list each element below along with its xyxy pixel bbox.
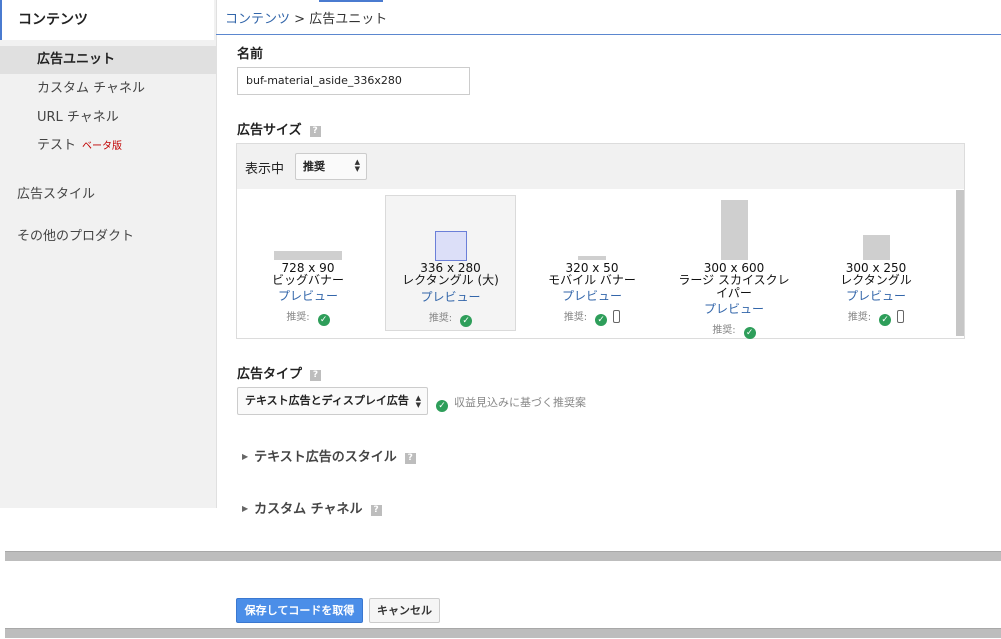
name-label: 名前	[237, 47, 264, 62]
sidebar-item-test[interactable]: テスト ベータ版	[0, 132, 216, 160]
sidebar-item-label: テスト	[37, 138, 77, 153]
cancel-button[interactable]: キャンセル	[369, 598, 440, 623]
ad-type-label: 広告タイプ?	[237, 363, 322, 382]
custom-channel-label: カスタム チャネル	[254, 502, 363, 517]
size-name-line2: イパー	[716, 286, 752, 300]
preview-link[interactable]: プレビュー	[811, 287, 941, 304]
ad-size-card-300x250[interactable]: 300 x 250 レクタングル プレビュー 推奨: ✓	[811, 194, 941, 330]
recommended-label: 推奨:	[712, 325, 736, 336]
breadcrumb: コンテンツ > 広告ユニット	[225, 8, 387, 27]
recommended-row: 推奨: ✓	[669, 321, 799, 339]
recommended-row: 推奨: ✓	[811, 308, 941, 326]
size-thumbnail	[721, 200, 748, 260]
mobile-phone-icon	[897, 310, 905, 323]
recommended-row: 推奨: ✓	[527, 308, 657, 326]
recommended-label: 推奨:	[563, 312, 588, 323]
sidebar-item-label: URL チャネル	[37, 110, 119, 125]
recommendation-note: ✓ 収益見込みに基づく推奨案	[436, 394, 586, 412]
recommendation-note-text: 収益見込みに基づく推奨案	[454, 396, 586, 409]
size-name: レクタングル	[840, 273, 912, 287]
mobile-phone-icon	[613, 310, 621, 323]
breadcrumb-parent-link[interactable]: コンテンツ	[225, 12, 290, 27]
custom-channel-section[interactable]: ▶ カスタム チャネル?	[242, 498, 382, 517]
sidebar-item-label: 広告ユニット	[37, 52, 116, 67]
recommended-label: 推奨:	[286, 312, 310, 323]
ad-size-label: 広告サイズ?	[237, 119, 321, 138]
display-label: 表示中	[245, 162, 285, 177]
sidebar-item-url-channels[interactable]: URL チャネル	[0, 104, 216, 132]
ad-size-card-300x600[interactable]: 300 x 600 ラージ スカイスクレ イパー プレビュー 推奨: ✓	[669, 194, 799, 339]
horizontal-scrollbar[interactable]	[5, 551, 1001, 561]
recommended-row: 推奨: ✓	[243, 308, 373, 326]
size-name: レクタングル (大)	[402, 273, 499, 287]
recommended-row: 推奨: ✓	[386, 309, 515, 327]
display-filter-select[interactable]: 推奨 ▲ ▼	[295, 153, 367, 180]
beta-badge: ベータ版	[82, 141, 123, 152]
top-accent-line	[319, 0, 383, 2]
up-down-arrows-icon: ▲ ▼	[354, 158, 360, 173]
help-icon[interactable]: ?	[309, 126, 321, 137]
text-ad-style-label: テキスト広告のスタイル	[254, 450, 397, 465]
check-circle-icon: ✓	[460, 315, 473, 327]
ad-type-select[interactable]: テキスト広告とディスプレイ広告 ▲ ▼	[237, 387, 428, 415]
sidebar-section-other-products[interactable]: その他のプロダクト	[17, 225, 134, 244]
triangle-right-icon: ▶	[242, 452, 249, 461]
sidebar-header[interactable]: コンテンツ	[0, 0, 214, 40]
check-circle-icon: ✓	[595, 314, 608, 326]
save-and-get-code-button[interactable]: 保存してコードを取得	[236, 598, 363, 623]
breadcrumb-current: 広告ユニット	[309, 12, 388, 27]
size-thumbnail	[274, 251, 342, 260]
help-icon[interactable]: ?	[370, 505, 382, 516]
recommended-label: 推奨:	[847, 312, 872, 323]
help-icon[interactable]: ?	[310, 370, 322, 381]
preview-link[interactable]: プレビュー	[386, 288, 515, 305]
name-input[interactable]: buf-material_aside_336x280	[237, 67, 470, 95]
triangle-right-icon: ▶	[242, 504, 249, 513]
ad-size-card-336x280[interactable]: 336 x 280 レクタングル (大) プレビュー 推奨: ✓	[385, 195, 516, 331]
ad-type-select-value: テキスト広告とディスプレイ広告	[245, 394, 409, 407]
ad-size-label-text: 広告サイズ	[237, 123, 302, 138]
recommended-label: 推奨:	[428, 313, 453, 324]
sidebar-section-ad-styles[interactable]: 広告スタイル	[17, 183, 95, 202]
display-filter-value: 推奨	[303, 160, 325, 173]
bottom-scrollbar[interactable]	[5, 628, 1001, 638]
preview-link[interactable]: プレビュー	[243, 287, 373, 304]
check-circle-icon: ✓	[879, 314, 892, 326]
size-name: モバイル バナー	[548, 273, 636, 287]
header-divider	[216, 34, 1001, 35]
ad-size-panel: 表示中 推奨 ▲ ▼ 728 x 90 ビッグバナー プレビュー 推奨: ✓ 336…	[236, 143, 965, 339]
check-circle-icon: ✓	[436, 400, 448, 412]
preview-link[interactable]: プレビュー	[527, 287, 657, 304]
sidebar-item-ad-units[interactable]: 広告ユニット	[0, 46, 216, 74]
size-thumbnail	[435, 231, 467, 261]
vertical-scrollbar[interactable]	[956, 190, 964, 336]
check-circle-icon: ✓	[743, 327, 756, 339]
sidebar: コンテンツ 広告ユニット カスタム チャネル URL チャネル テスト ベータ版 …	[0, 0, 217, 508]
text-ad-style-section[interactable]: ▶ テキスト広告のスタイル?	[242, 446, 416, 465]
ad-type-label-text: 広告タイプ	[237, 367, 303, 382]
help-icon[interactable]: ?	[404, 453, 416, 464]
sidebar-item-custom-channels[interactable]: カスタム チャネル	[0, 75, 216, 103]
ad-size-card-728x90[interactable]: 728 x 90 ビッグバナー プレビュー 推奨: ✓	[243, 194, 373, 330]
check-circle-icon: ✓	[317, 314, 330, 326]
size-thumbnail	[578, 256, 606, 260]
clipped-section-fragment	[242, 561, 322, 566]
sidebar-item-label: カスタム チャネル	[37, 81, 146, 96]
size-thumbnail	[863, 235, 890, 260]
preview-link[interactable]: プレビュー	[669, 300, 799, 317]
ad-size-card-320x50[interactable]: 320 x 50 モバイル バナー プレビュー 推奨: ✓	[527, 194, 657, 330]
up-down-arrows-icon: ▲ ▼	[415, 394, 421, 409]
size-name: ビッグバナー	[271, 273, 344, 287]
ad-size-filter-bar: 表示中 推奨 ▲ ▼	[237, 144, 964, 189]
breadcrumb-separator: >	[290, 12, 310, 27]
